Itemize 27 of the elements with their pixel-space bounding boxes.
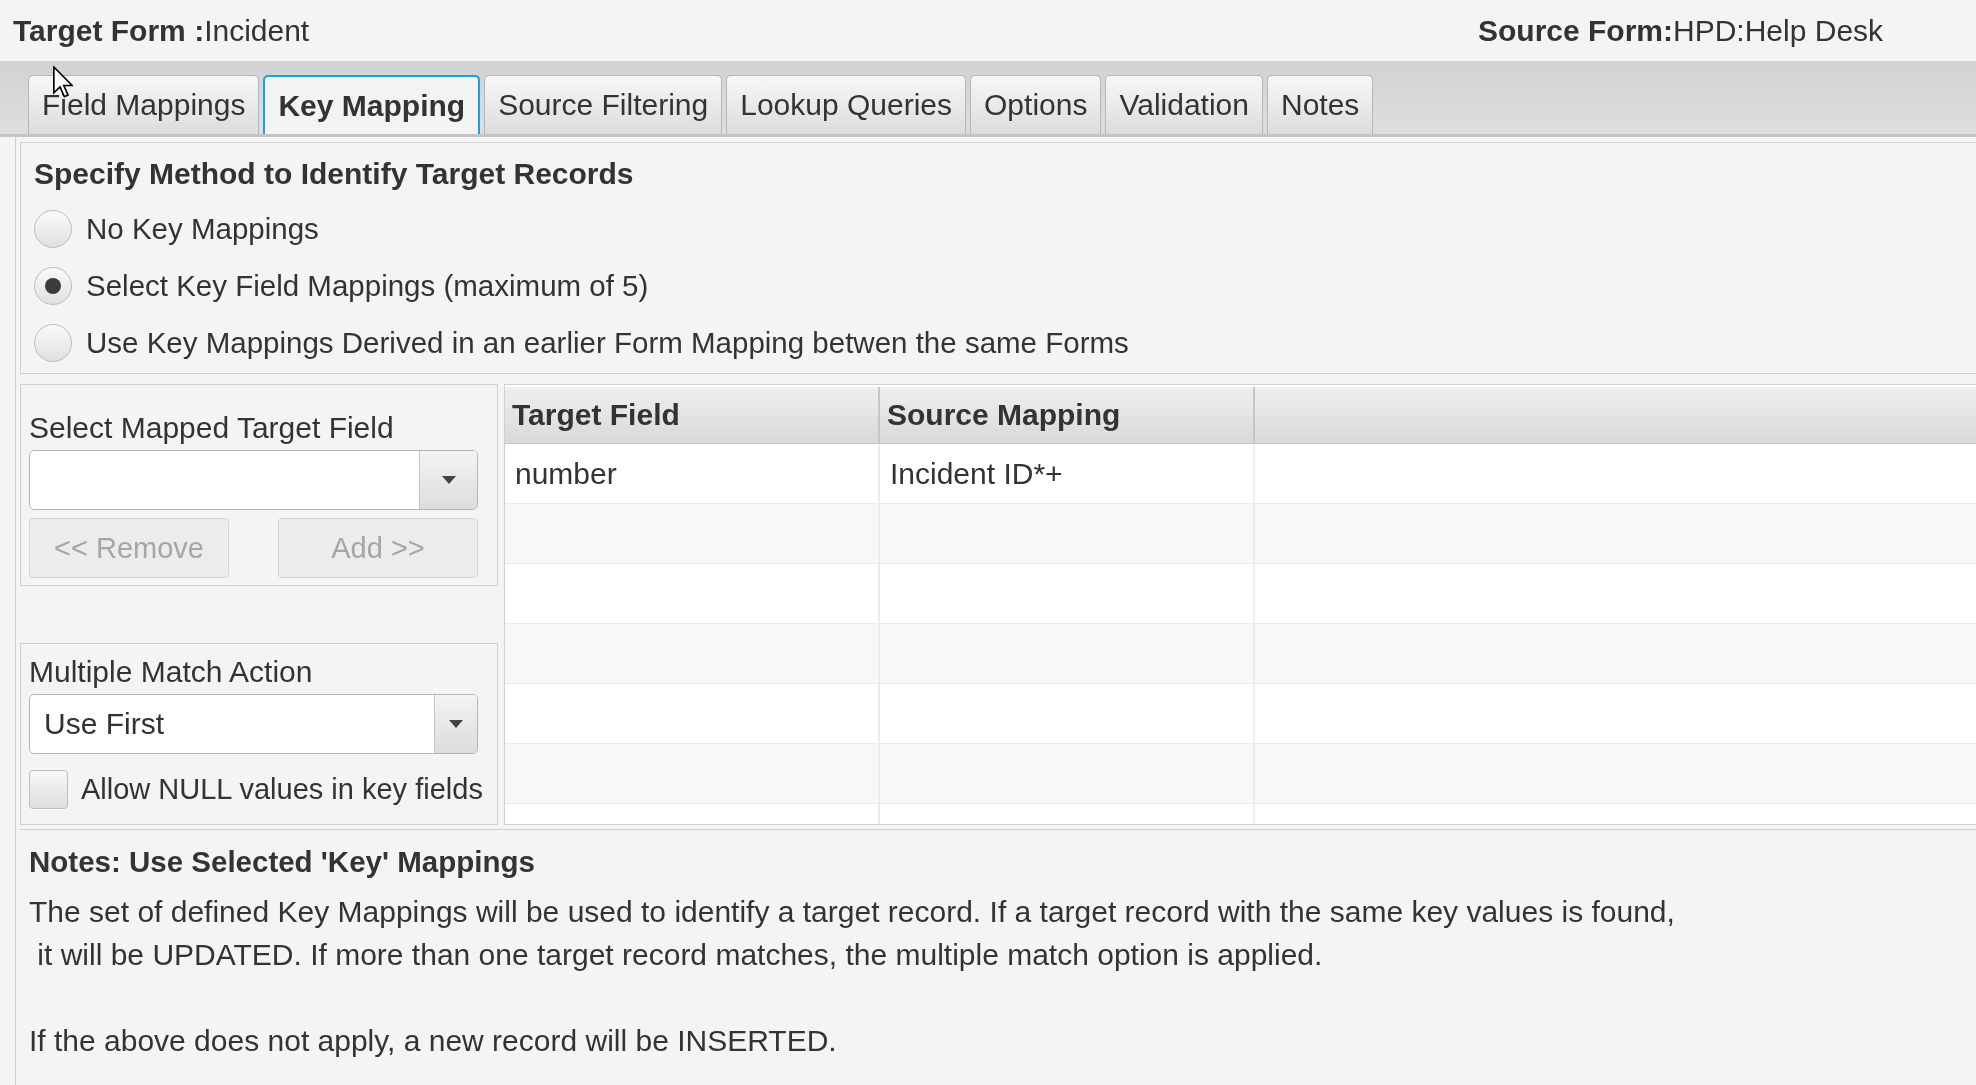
radio-button[interactable] bbox=[34, 323, 72, 362]
radio-label[interactable]: Select Key Field Mappings (maximum of 5) bbox=[86, 268, 649, 303]
radio-button[interactable] bbox=[34, 266, 72, 305]
source-form-label: Source Form:HPD:Help Desk bbox=[1478, 13, 1884, 48]
tab[interactable]: Validation bbox=[1105, 75, 1263, 134]
target-field-dropdown[interactable] bbox=[29, 450, 478, 510]
section-title: Specify Method to Identify Target Records bbox=[34, 157, 635, 191]
tab[interactable]: Notes bbox=[1266, 75, 1374, 134]
tab[interactable]: Options bbox=[970, 75, 1102, 134]
checkbox-label[interactable]: Allow NULL values in key fields bbox=[81, 773, 483, 806]
tab[interactable]: Key Mapping bbox=[263, 75, 481, 134]
radio-label[interactable]: Use Key Mappings Derived in an earlier Form Mapping betwen the same Forms bbox=[86, 325, 1129, 360]
tab[interactable]: Lookup Queries bbox=[726, 75, 967, 134]
checkbox[interactable] bbox=[29, 770, 68, 809]
tab[interactable]: Field Mappings bbox=[28, 75, 260, 134]
notes-text: The set of defined Key Mappings will be used to identify a target record. If a target record with the same key values is found, it will be UPDATED. If more than one target record matches, the multiple match option is applied. bbox=[29, 894, 1676, 973]
caret-icon bbox=[449, 720, 463, 728]
field-label: Select Mapped Target Field bbox=[29, 411, 395, 445]
notes-text: If the above does not apply, a new record will be INSERTED. bbox=[29, 1023, 838, 1059]
target-form-label: Target Form :Incident bbox=[13, 13, 310, 47]
field-label: Multiple Match Action bbox=[29, 655, 314, 689]
notes-title: Notes: Use Selected 'Key' Mappings bbox=[29, 845, 536, 879]
caret-icon bbox=[441, 476, 456, 484]
radio-button[interactable] bbox=[34, 209, 72, 248]
radio-label[interactable]: No Key Mappings bbox=[86, 211, 319, 246]
tab[interactable]: Source Filtering bbox=[484, 75, 723, 134]
match-action-dropdown[interactable]: Use First bbox=[29, 694, 478, 754]
